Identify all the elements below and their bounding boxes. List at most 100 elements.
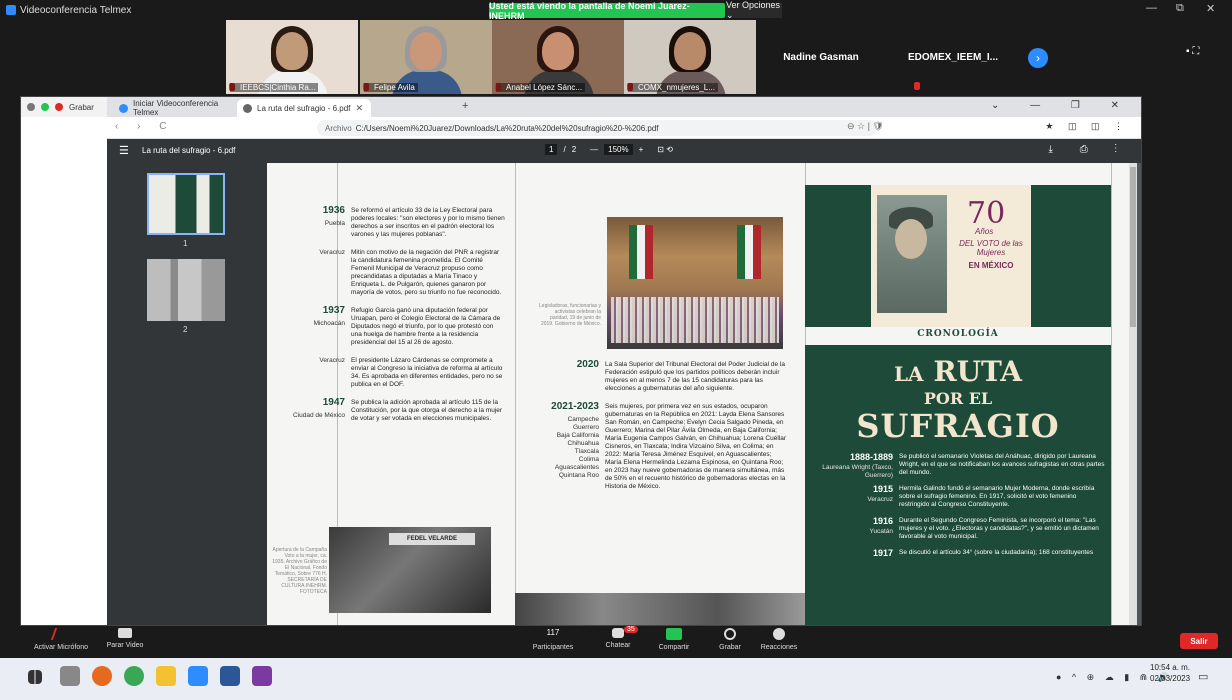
- pdf-page: 1936 Puebla Se reformó el artículo 33 de…: [267, 163, 1137, 625]
- cover-title-block: LA RUTA POR EL SUFRAGIO 1888-1889 Laurea…: [805, 345, 1111, 625]
- minimize-window-button[interactable]: —: [1146, 2, 1157, 14]
- next-page-participants-button[interactable]: ›: [1028, 48, 1048, 68]
- participant-tile[interactable]: COMX_nmujeres_L...: [624, 20, 756, 94]
- record-button[interactable]: Grabar: [712, 628, 748, 651]
- flag-shape: [737, 225, 761, 279]
- clock-time: 10:54 a. m.: [1150, 663, 1191, 672]
- address-bar-row: ‹ › C Archivo C:/Users/Noemi%20Juarez/Do…: [107, 117, 1141, 139]
- tab-label: Iniciar Videoconferencia Telmex: [133, 99, 219, 117]
- meeting-toolbar: Activar Micrófono Parar Video 117 Partic…: [0, 626, 1232, 658]
- info-icon[interactable]: [27, 103, 35, 111]
- pdf-viewer: 1 2 1936 Puebla Se reformó el artículo 3…: [107, 163, 1141, 625]
- timeline-entry: Veracruz Mitin con motivo de la negación…: [287, 249, 505, 297]
- participants-label: Participantes: [532, 644, 574, 651]
- clock[interactable]: 10:54 a. m. 02/03/2023: [1150, 662, 1190, 684]
- section-heading: CRONOLOGÍA: [917, 329, 999, 339]
- record-icon[interactable]: [55, 103, 63, 111]
- participant-tile[interactable]: EDOMEX_IEEM_I...: [894, 20, 1012, 94]
- entry-year: 1937: [322, 305, 345, 316]
- page-thumbnail-1[interactable]: [147, 173, 225, 235]
- participant-name: EDOMEX_IEEM_I...: [907, 51, 999, 63]
- files-icon[interactable]: [156, 666, 176, 686]
- entry-text: Se reformó el artículo 33 de la Ley Elec…: [351, 207, 505, 238]
- pdf-scrollbar[interactable]: [1129, 163, 1137, 625]
- zoom-title-bar: Videoconferencia Telmex Usted está viend…: [0, 0, 1232, 21]
- share-screen-button[interactable]: Compartir: [654, 628, 694, 651]
- timeline-entry: 2020 La Sala Superior del Tribunal Elect…: [537, 359, 787, 393]
- notifications-icon[interactable]: ▭: [1198, 670, 1208, 683]
- shield-icon[interactable]: [41, 103, 49, 111]
- timeline-entry: 1916 Yucatán Durante el Segundo Congreso…: [813, 517, 1107, 541]
- reactions-button[interactable]: Reacciones: [756, 628, 802, 651]
- entry-place: Veracruz: [319, 357, 345, 364]
- windows-start-icon[interactable]: [28, 670, 42, 684]
- record-label: Grabar: [719, 644, 741, 651]
- onenote-icon[interactable]: [252, 666, 272, 686]
- windows-taskbar: ● ^ ⊕ ☁ ▮ ⋒ 🔊 10:54 a. m. 02/03/2023 ▭: [0, 658, 1232, 700]
- page-input[interactable]: 1: [545, 144, 558, 155]
- participant-tile[interactable]: Felipe Avila: [360, 20, 492, 94]
- browser-window-buttons[interactable]: ⌄ — ❐ ✕: [991, 100, 1133, 111]
- leave-button[interactable]: Salir: [1180, 633, 1218, 649]
- chat-label: Chatear: [605, 642, 631, 649]
- entry-year: 1916: [872, 516, 893, 526]
- participants-count: 117: [546, 628, 560, 637]
- cover-banner: 70 Años DEL VOTO de las Mujeres EN MÉXIC…: [805, 185, 1111, 327]
- congress-photo: [607, 217, 783, 349]
- page-thumbnail-2[interactable]: [147, 259, 225, 321]
- page-total: 2: [571, 145, 577, 154]
- menu-icon[interactable]: ☰: [119, 144, 129, 157]
- entry-year: 1936: [322, 205, 345, 216]
- close-window-button[interactable]: ✕: [1206, 2, 1215, 15]
- fit-page-icon[interactable]: ⊡ ⟲: [657, 145, 673, 154]
- stop-video-button[interactable]: Parar Video: [100, 628, 150, 649]
- timeline-entry: 1936 Puebla Se reformó el artículo 33 de…: [287, 205, 505, 239]
- view-options-button[interactable]: Ver Opciones ⌄: [726, 0, 782, 20]
- entry-text: El presidente Lázaro Cárdenas se comprom…: [351, 357, 503, 388]
- participant-name: Nadine Gasman: [783, 51, 859, 63]
- url-scheme: Archivo: [325, 123, 352, 133]
- navigation-buttons[interactable]: ‹ › C: [115, 121, 174, 132]
- address-bar[interactable]: Archivo C:/Users/Noemi%20Juarez/Download…: [317, 120, 877, 136]
- word-icon[interactable]: [220, 666, 240, 686]
- zoom-icon[interactable]: [188, 666, 208, 686]
- chrome-icon[interactable]: [124, 666, 144, 686]
- record-label[interactable]: Grabar: [69, 103, 94, 112]
- participants-button[interactable]: 117 Participantes: [528, 628, 578, 651]
- download-print-more-icons[interactable]: ⤓ ⎙ ⋮: [1049, 144, 1129, 155]
- chat-icon: [612, 628, 624, 638]
- unmute-button[interactable]: Activar Micrófono: [26, 628, 96, 651]
- participant-tile[interactable]: Anabel López Sánc...: [492, 20, 624, 94]
- photo-caption: Apertura de la Campaña Voto a la mujer, …: [272, 547, 327, 595]
- entry-year: 2020: [576, 359, 599, 370]
- edge-icon[interactable]: [92, 666, 112, 686]
- tab-videoconferencia[interactable]: Iniciar Videoconferencia Telmex: [113, 99, 233, 117]
- participant-strip: IEEBCS|Cinthia Ra... Felipe Avila Anabel L…: [0, 20, 1232, 96]
- scrollbar-thumb[interactable]: [1130, 167, 1136, 327]
- maximize-window-button[interactable]: ⧉: [1176, 2, 1184, 15]
- timeline-entry: 1915 Veracruz Hermila Galindo fundó el s…: [813, 485, 1107, 509]
- zoom-star-icons[interactable]: ⊖ ☆ | 🛡: [847, 121, 884, 132]
- cover-title-line-1: LA RUTA: [893, 355, 1023, 388]
- zoom-in-button[interactable]: +: [639, 145, 644, 154]
- reactions-label: Reacciones: [760, 644, 798, 651]
- close-tab-icon[interactable]: ✕: [355, 103, 363, 114]
- share-screen-icon: [666, 628, 682, 640]
- entry-place: Puebla: [324, 220, 345, 227]
- zoom-out-button[interactable]: —: [590, 145, 598, 154]
- url-text: C:/Users/Noemi%20Juarez/Downloads/La%20r…: [355, 123, 659, 133]
- person-face: [276, 32, 308, 70]
- zoom-level[interactable]: 150%: [604, 144, 633, 155]
- zoom-logo-icon: [6, 5, 16, 15]
- new-tab-button[interactable]: +: [462, 100, 468, 112]
- participant-tile[interactable]: Nadine Gasman: [762, 20, 880, 94]
- portrait-illustration: [877, 195, 947, 313]
- participant-tile[interactable]: IEEBCS|Cinthia Ra...: [226, 20, 358, 94]
- extension-icons[interactable]: ★ ◫ ◫ ⋮: [1045, 121, 1129, 132]
- tab-pdf[interactable]: La ruta del sufragio - 6.pdf ✕: [237, 99, 371, 117]
- timeline-entry: 1888-1889 Laureana Wright (Taxco, Guerre…: [813, 453, 1107, 480]
- entry-year: 2021-2023: [551, 401, 599, 412]
- layout-icons[interactable]: ▪ ⛶: [1186, 46, 1199, 57]
- search-app-icon[interactable]: [60, 666, 80, 686]
- entry-place: Veracruz: [319, 249, 345, 256]
